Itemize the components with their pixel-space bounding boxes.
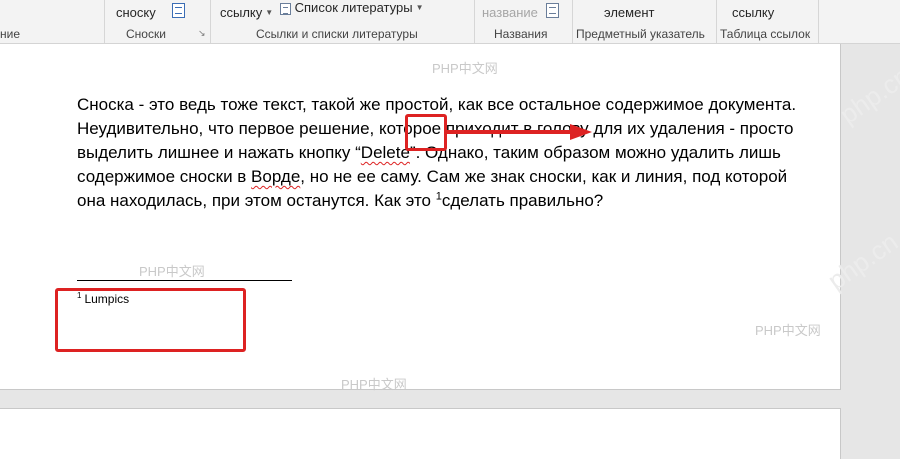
toa-group-caption: Таблица ссылок <box>720 27 811 41</box>
paragraph-text: сделать правильно? <box>441 191 604 210</box>
watermark: PHP中文网 <box>139 264 205 279</box>
mark-entry-button[interactable]: элемент <box>604 5 654 20</box>
chevron-down-icon: ▼ <box>415 3 424 12</box>
show-notes-icon[interactable] <box>172 2 185 19</box>
mark-entry-label: элемент <box>604 5 655 20</box>
footnotes-launcher-icon[interactable]: ↘ <box>198 29 206 38</box>
captions-group-caption: Названия <box>494 27 548 41</box>
watermark-diagonal: php.cn <box>834 60 900 130</box>
chevron-down-icon: ▼ <box>265 8 274 17</box>
ribbon-separator <box>104 0 105 43</box>
bibliography-button[interactable]: Список литературы ▼ <box>280 0 424 15</box>
ribbon-separator <box>210 0 211 43</box>
footnotes-group-caption: Сноски <box>126 27 166 41</box>
next-page[interactable] <box>0 408 841 459</box>
ribbon-separator <box>716 0 717 43</box>
highlight-box-footnote <box>55 288 246 352</box>
mark-citation-label: ссылку <box>732 5 775 20</box>
bibliography-icon <box>280 2 291 15</box>
ribbon: ние сноску Сноски ↘ ссылку ▼ Список литер… <box>0 0 900 44</box>
mark-citation-button[interactable]: ссылку <box>732 5 774 20</box>
paragraph-word-vorde: Ворде <box>251 167 301 186</box>
insert-footnote-label: сноску <box>116 5 156 20</box>
bibliography-label: Список литературы <box>294 0 413 15</box>
index-group-caption: Предметный указатель <box>576 27 705 41</box>
highlight-box-footnote-mark <box>405 114 447 151</box>
group-caption-partial: ние <box>0 27 21 41</box>
body-paragraph[interactable]: Сноска - это ведь тоже текст, такой же п… <box>77 93 797 213</box>
ribbon-separator <box>474 0 475 43</box>
insert-citation-button[interactable]: ссылку ▼ <box>220 5 273 20</box>
insert-footnote-button[interactable]: сноску <box>116 5 156 20</box>
paragraph-word-delete: Delete <box>360 143 410 162</box>
footnote-separator-line <box>77 280 292 281</box>
insert-citation-label: ссылку <box>220 5 263 20</box>
watermark: PHP中文网 <box>341 377 407 392</box>
insert-caption-button[interactable]: название <box>482 5 538 20</box>
watermark: PHP中文网 <box>755 323 821 338</box>
insert-caption-label: название <box>482 5 538 20</box>
cross-reference-icon[interactable] <box>546 2 559 19</box>
watermark: PHP中文网 <box>432 61 498 76</box>
ribbon-separator <box>818 0 819 43</box>
citations-group-caption: Ссылки и списки литературы <box>256 27 418 41</box>
ribbon-separator <box>572 0 573 43</box>
